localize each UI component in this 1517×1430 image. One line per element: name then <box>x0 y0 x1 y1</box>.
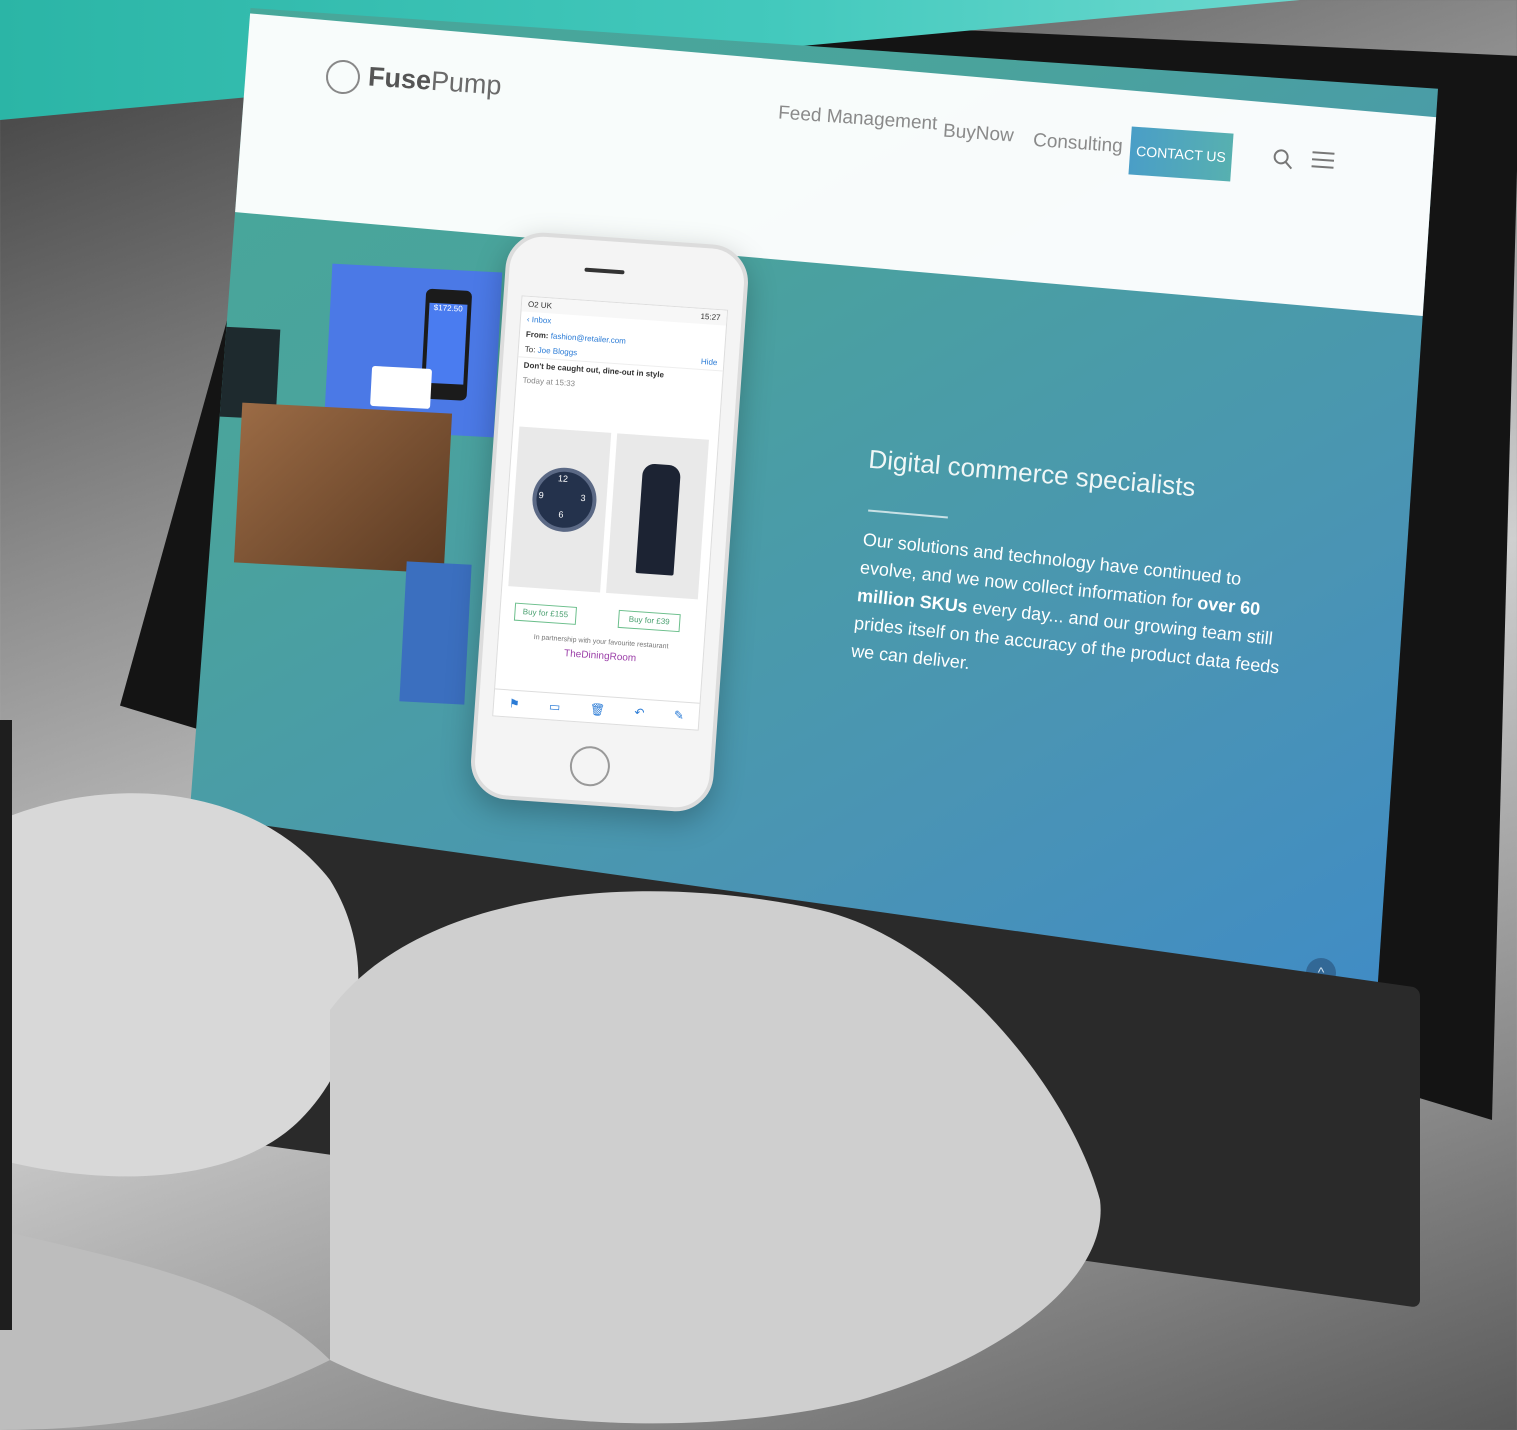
watch-number-12: 12 <box>557 473 569 484</box>
watch-number-3: 3 <box>580 492 586 504</box>
flag-icon[interactable]: ⚑ <box>508 696 520 711</box>
buy-watch-button[interactable]: Buy for £155 <box>513 602 577 625</box>
product-jacket[interactable] <box>606 433 709 600</box>
to-value: Joe Bloggs <box>537 345 578 358</box>
home-button[interactable] <box>568 744 612 788</box>
buy-jacket-button[interactable]: Buy for £39 <box>617 609 681 633</box>
logo-text: Pump <box>430 65 503 101</box>
trash-icon[interactable]: 🗑 <box>589 702 605 717</box>
carrier-label: O2 UK <box>527 299 553 311</box>
inbox-label: Inbox <box>531 315 552 326</box>
status-time: 15:27 <box>700 311 721 323</box>
collage-photo-wallet-app <box>399 561 472 705</box>
product-watch[interactable]: 12 3 9 6 <box>508 426 612 593</box>
product-grid: 12 3 9 6 <box>508 426 709 600</box>
hero-description: Our solutions and technology have contin… <box>850 525 1302 710</box>
logo-text-bold: Fuse <box>367 61 433 96</box>
compose-icon[interactable]: ✎ <box>673 708 684 723</box>
email-toolbar: ⚑ ▭ 🗑 ↶ ✎ <box>493 688 700 730</box>
folder-icon[interactable]: ▭ <box>549 699 561 714</box>
watch-number-9: 9 <box>538 490 545 501</box>
price-label: $172.50 <box>433 303 463 314</box>
from-label: From: <box>525 329 549 341</box>
watch-number-6: 6 <box>558 509 564 520</box>
collage-photo-payment-terminal <box>233 402 453 574</box>
hero-divider <box>868 509 948 519</box>
contact-us-button[interactable]: CONTACT US <box>1128 126 1234 182</box>
hamburger-menu-icon[interactable] <box>1309 149 1336 171</box>
search-icon[interactable] <box>1271 147 1294 170</box>
background-panel <box>0 720 12 1330</box>
google-wallet-card <box>370 365 433 409</box>
iphone-mockup: O2 UK 15:27 ‹ Inbox From: fashion@retail… <box>468 230 751 814</box>
reply-icon[interactable]: ↶ <box>634 705 645 720</box>
to-label: To: <box>524 344 536 355</box>
email-screen: O2 UK 15:27 ‹ Inbox From: fashion@retail… <box>492 295 729 731</box>
watch-icon: 12 3 9 6 <box>530 465 599 534</box>
hero-title: Digital commerce specialists <box>867 443 1197 503</box>
hide-link[interactable]: Hide <box>701 357 718 367</box>
jacket-icon <box>635 463 682 576</box>
phone-speaker <box>584 267 625 275</box>
